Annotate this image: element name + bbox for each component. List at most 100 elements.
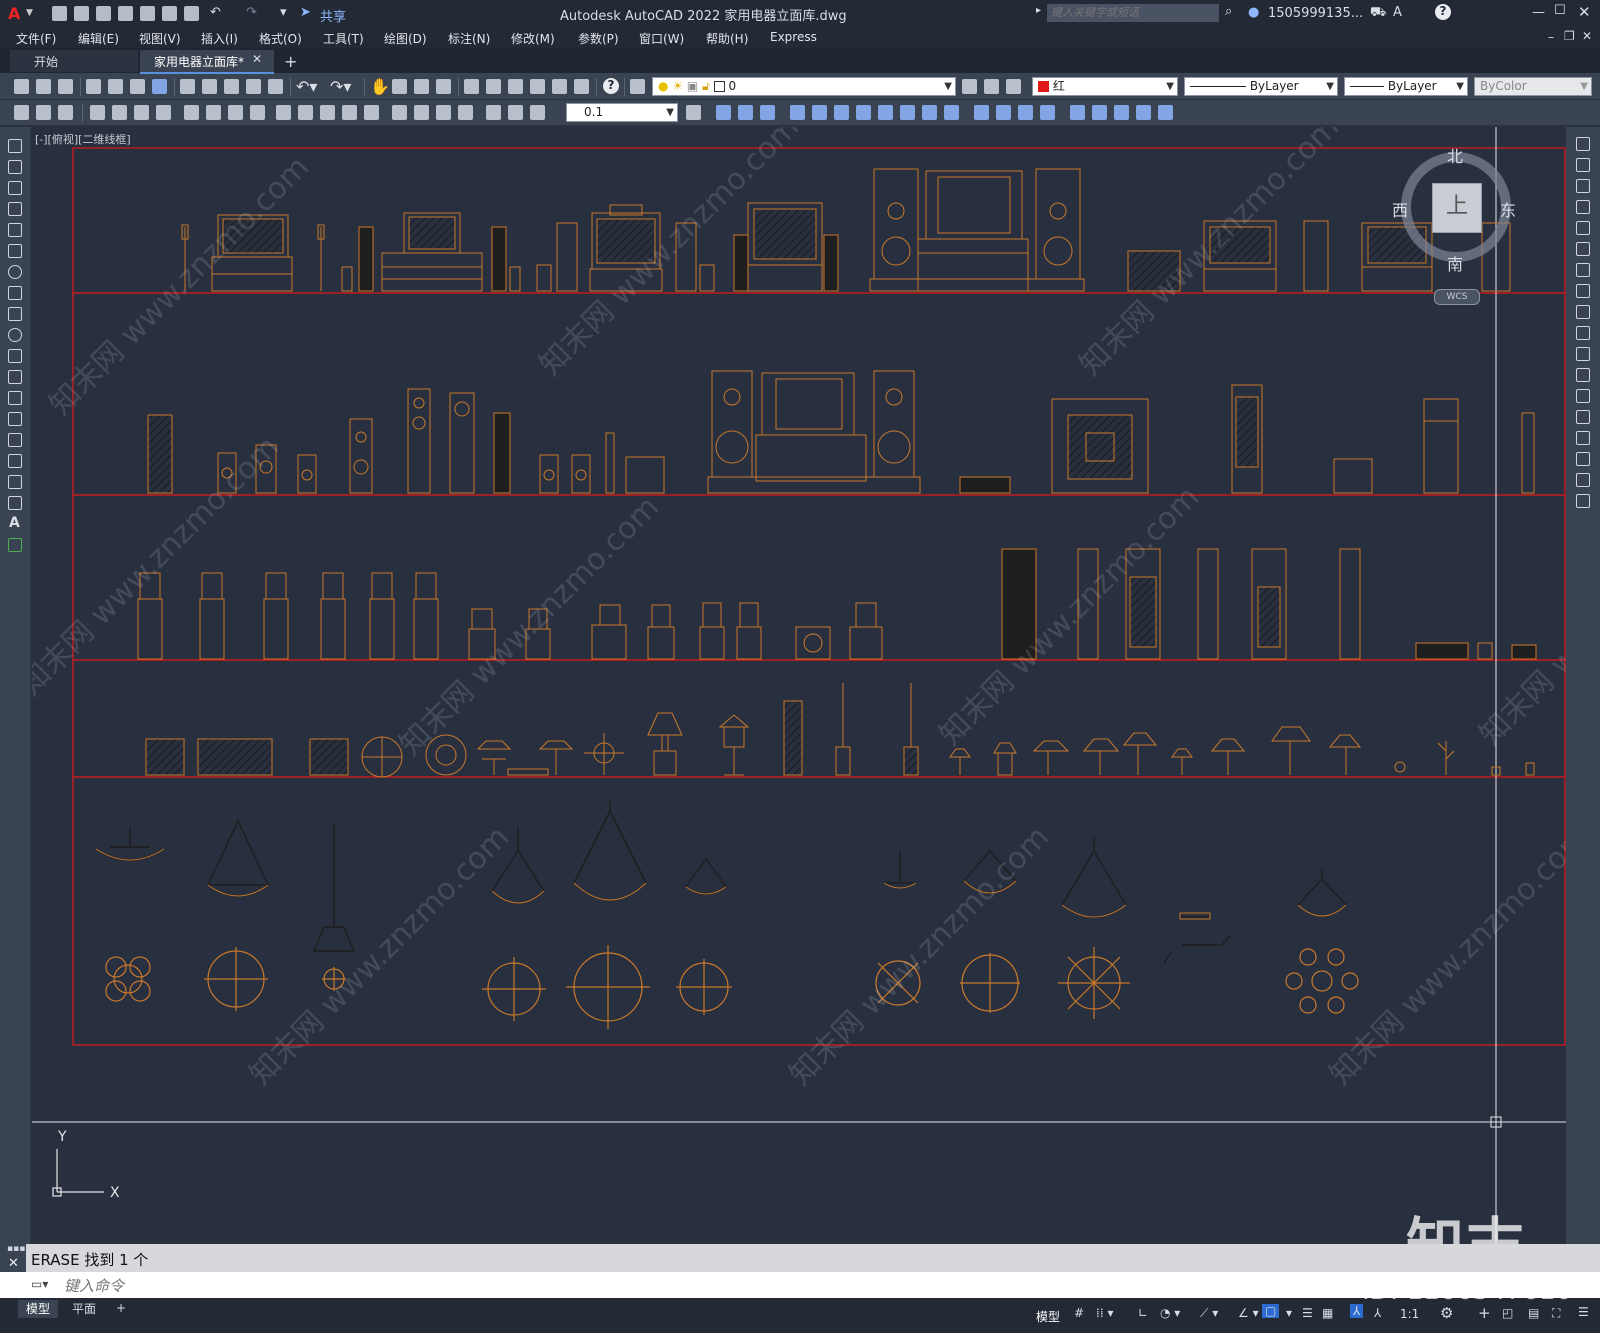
app-logo-icon[interactable]: A <box>8 4 20 23</box>
break-icon[interactable] <box>944 105 959 120</box>
search-expand-icon[interactable]: ▸ <box>1036 5 1041 16</box>
grid-icon[interactable]: # <box>1074 1306 1084 1320</box>
join-icon[interactable] <box>1040 105 1055 120</box>
layout-tab-model[interactable]: 模型 <box>18 1300 58 1318</box>
block-editor-icon[interactable] <box>268 79 283 94</box>
rectangle-icon[interactable] <box>8 223 22 237</box>
linetype-dropdown[interactable]: ByLayer ▼ <box>1184 77 1338 96</box>
fullscreen-icon[interactable]: ⛶ <box>1552 1306 1560 1321</box>
annotation-visibility-icon[interactable]: ⅄ <box>1350 1304 1364 1318</box>
search-input[interactable] <box>1047 4 1219 22</box>
layer-properties-icon[interactable] <box>630 79 645 94</box>
extend-icon[interactable] <box>922 105 937 120</box>
mirror-object-icon[interactable] <box>1576 179 1590 193</box>
viewcube-west[interactable]: 西 <box>1392 197 1408 221</box>
transparency-icon[interactable]: ▦ <box>1322 1306 1333 1320</box>
viewcube-top-face[interactable]: 上 <box>1432 183 1482 233</box>
properties-icon[interactable] <box>464 79 479 94</box>
polar-icon[interactable]: ◔ ▾ <box>1160 1306 1180 1320</box>
add-layout-button[interactable]: + <box>116 1301 126 1315</box>
render-icon[interactable] <box>152 79 167 94</box>
workspace-gear-icon[interactable]: ⚙ <box>1440 1304 1453 1322</box>
dim-jogged-icon[interactable] <box>206 105 221 120</box>
multiline-text-icon[interactable]: A <box>9 515 20 531</box>
mirror-icon[interactable] <box>738 105 753 120</box>
menu-file[interactable]: 文件(F) <box>16 30 56 47</box>
menu-help[interactable]: 帮助(H) <box>706 30 748 47</box>
center-mark-icon[interactable] <box>414 105 429 120</box>
text-front-icon[interactable] <box>1136 105 1151 120</box>
dim-arc-icon[interactable] <box>134 105 149 120</box>
point-icon[interactable] <box>8 412 22 426</box>
annotation-scale[interactable]: 1:1 <box>1400 1307 1419 1321</box>
rotate-object-icon[interactable] <box>1576 263 1590 277</box>
object-snap-tracking-icon[interactable]: ∠ ▾ <box>1238 1306 1259 1320</box>
paste-icon[interactable] <box>224 79 239 94</box>
layer-tool-icon[interactable] <box>36 105 51 120</box>
dim-continue-icon[interactable] <box>320 105 335 120</box>
dim-baseline-icon[interactable] <box>298 105 313 120</box>
menu-window[interactable]: 窗口(W) <box>639 30 684 47</box>
join-object-icon[interactable] <box>1576 410 1590 424</box>
viewcube-north[interactable]: 北 <box>1447 143 1463 167</box>
tab-close-icon[interactable]: ✕ <box>252 52 262 66</box>
bring-front-icon[interactable] <box>1092 105 1107 120</box>
layer-states-icon[interactable] <box>1006 79 1021 94</box>
dim-update-icon[interactable] <box>530 105 545 120</box>
jogged-linear-icon[interactable] <box>458 105 473 120</box>
ellipse-arc-icon[interactable] <box>8 349 22 363</box>
osnap-dropdown-icon[interactable]: ▾ <box>1286 1306 1292 1320</box>
dim-aligned-icon[interactable] <box>112 105 127 120</box>
draw-order-icon[interactable] <box>1070 105 1085 120</box>
plot-icon[interactable] <box>184 6 199 21</box>
rotate-icon[interactable] <box>834 105 849 120</box>
open-file-icon[interactable] <box>74 6 89 21</box>
workspace-icon[interactable] <box>14 105 29 120</box>
ortho-icon[interactable]: ∟ <box>1138 1306 1148 1320</box>
hatch-back-icon[interactable] <box>1158 105 1173 120</box>
offset-icon[interactable] <box>760 105 775 120</box>
redo-toolbar-icon[interactable]: ↷▾ <box>330 77 351 96</box>
sheet-set-icon[interactable] <box>530 79 545 94</box>
dim-linear-icon[interactable] <box>90 105 105 120</box>
break-point-icon[interactable] <box>1576 368 1590 382</box>
array-object-icon[interactable] <box>1576 221 1590 235</box>
search-icon[interactable]: ⌕ <box>1225 4 1232 19</box>
gradient-icon[interactable] <box>8 454 22 468</box>
menu-modify[interactable]: 修改(M) <box>511 30 555 47</box>
help-toolbar-icon[interactable]: ? <box>603 78 619 94</box>
construction-line-icon[interactable] <box>8 160 22 174</box>
chamfer-object-icon[interactable] <box>1576 431 1590 445</box>
zoom-realtime-icon[interactable] <box>392 79 407 94</box>
doc-close-icon[interactable]: ✕ <box>1582 29 1592 43</box>
publish-icon[interactable] <box>130 79 145 94</box>
dim-angular-icon[interactable] <box>250 105 265 120</box>
tool-palettes-icon[interactable] <box>508 79 523 94</box>
viewcube-east[interactable]: 东 <box>1500 197 1516 221</box>
menu-express[interactable]: Express <box>770 30 817 44</box>
make-block-icon[interactable] <box>8 391 22 405</box>
isodraft-icon[interactable]: ⟋ ▾ <box>1200 1306 1218 1321</box>
snap-icon[interactable]: ⁞⁞ ▾ <box>1096 1306 1113 1320</box>
qnew-icon[interactable] <box>14 79 29 94</box>
layer-dropdown[interactable]: ● ☀ ▣ 🔓︎ 0 ▼ <box>652 77 956 96</box>
zoom-window-icon[interactable] <box>414 79 429 94</box>
explode-icon[interactable] <box>1018 105 1033 120</box>
auto-scale-icon[interactable]: ⅄ <box>1374 1306 1381 1320</box>
copy-object-icon[interactable] <box>1576 158 1590 172</box>
user-icon[interactable]: ● <box>1248 5 1259 20</box>
dim-edit-icon[interactable] <box>486 105 501 120</box>
fillet-icon[interactable] <box>996 105 1011 120</box>
user-name[interactable]: 1505999135... <box>1268 6 1363 21</box>
add-icon[interactable]: + <box>1478 1304 1491 1322</box>
open-web-icon[interactable] <box>140 6 155 21</box>
save-icon[interactable] <box>96 6 111 21</box>
array-icon[interactable] <box>790 105 805 120</box>
hatch-icon[interactable] <box>8 433 22 447</box>
polygon-icon[interactable] <box>8 202 22 216</box>
viewcube[interactable]: 北 南 东 西 上 WCS <box>1392 147 1518 307</box>
open-icon[interactable] <box>36 79 51 94</box>
model-space-button[interactable]: 模型 <box>1036 1308 1060 1325</box>
minimize-icon[interactable]: — <box>1532 5 1545 20</box>
dim-radius-icon[interactable] <box>184 105 199 120</box>
